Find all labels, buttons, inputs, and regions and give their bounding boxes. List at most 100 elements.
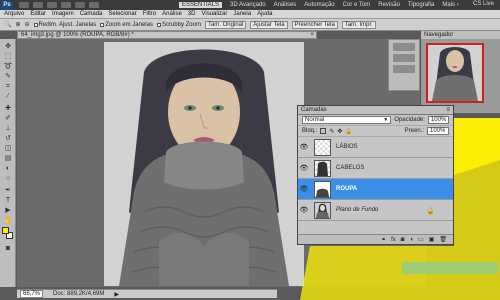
workspace-color-tone[interactable]: Cor e Tom — [343, 2, 371, 8]
workspace-typography[interactable]: Tipografia — [408, 2, 434, 8]
lock-all-icon[interactable]: 🔒 — [345, 128, 352, 135]
quick-selection-tool-icon[interactable]: ✎ — [3, 73, 13, 81]
fill-field[interactable]: 100% — [427, 127, 449, 135]
layer-style-icon[interactable]: fx — [391, 237, 396, 243]
path-selection-tool-icon[interactable]: ▶ — [3, 207, 13, 215]
menu-arquivo[interactable]: Arquivo — [4, 11, 24, 17]
menu-analise[interactable]: Análise — [162, 11, 182, 17]
layers-panel-title[interactable]: Camadas ≡ — [298, 106, 453, 115]
arrange-documents-icon[interactable] — [75, 2, 85, 8]
lasso-tool-icon[interactable]: ➰ — [3, 63, 13, 71]
layer-row-roupa[interactable]: 👁 ROUPA — [298, 179, 453, 200]
document-image[interactable] — [104, 42, 304, 286]
lock-position-icon[interactable]: ✥ — [337, 128, 342, 135]
delete-layer-icon[interactable]: 🗑 — [439, 236, 447, 243]
workspace-review[interactable]: Revisão — [378, 2, 400, 8]
new-group-icon[interactable]: ▭ — [418, 236, 424, 243]
new-layer-icon[interactable]: ▣ — [429, 236, 435, 243]
foreground-color-swatch[interactable] — [2, 227, 9, 234]
lock-transparency-icon[interactable] — [320, 128, 327, 134]
menu-janela[interactable]: Janela — [233, 11, 251, 17]
quick-mask-icon[interactable]: ◙ — [3, 245, 13, 253]
eye-icon[interactable]: 👁 — [298, 164, 310, 172]
layer-name: LÁBIOS — [336, 144, 358, 150]
brush-tool-icon[interactable]: ✐ — [3, 115, 13, 123]
blend-mode-select[interactable]: Normal — [302, 116, 392, 124]
navigator-thumbnail[interactable] — [426, 43, 484, 103]
layer-thumbnail — [314, 159, 331, 177]
collapsed-panels-strip — [388, 39, 420, 91]
dodge-tool-icon[interactable]: ○ — [3, 175, 13, 183]
menu-filtro[interactable]: Filtro — [143, 11, 156, 17]
menu-selecionar[interactable]: Selecionar — [108, 11, 136, 17]
eye-icon[interactable]: 👁 — [298, 206, 310, 214]
workspace-more[interactable]: Mais › — [442, 2, 458, 8]
photoshop-logo: Ps — [1, 0, 13, 10]
fit-screen-button[interactable]: Ajustar Tela — [250, 20, 288, 29]
history-panel-icon[interactable] — [393, 43, 415, 51]
crop-tool-icon[interactable]: ⌗ — [3, 83, 13, 91]
menu-camada[interactable]: Camada — [80, 11, 103, 17]
status-menu-arrow-icon[interactable]: ▶ — [114, 291, 119, 298]
layer-name: CABELOS — [336, 165, 365, 171]
hand-tool-icon[interactable]: ✋ — [3, 217, 13, 225]
fill-label: Preen.: — [404, 128, 424, 134]
menu-editar[interactable]: Editar — [30, 11, 46, 17]
actual-pixels-button[interactable]: Tam. Original — [204, 20, 247, 29]
zoom-in-icon[interactable]: ⊕ — [15, 21, 20, 28]
minibridge-icon[interactable] — [33, 2, 43, 8]
print-size-button[interactable]: Tam. Impr. — [341, 20, 376, 29]
screen-mode-icon[interactable] — [89, 2, 99, 8]
eraser-tool-icon[interactable]: ◫ — [3, 145, 13, 153]
blur-tool-icon[interactable]: ◐ — [3, 165, 13, 173]
layer-row-labios[interactable]: 👁 LÁBIOS — [298, 137, 453, 158]
checkbox-box[interactable] — [33, 22, 38, 27]
bridge-icon[interactable] — [19, 2, 29, 8]
workspace-analysis[interactable]: Análises — [274, 2, 297, 8]
panel-menu-icon[interactable]: ≡ — [446, 106, 450, 115]
layer-row-cabelos[interactable]: 👁 CABELOS — [298, 158, 453, 179]
menu-3d[interactable]: 3D — [188, 11, 196, 17]
fill-screen-button[interactable]: Preencher Tela — [291, 20, 338, 29]
workspace-3d[interactable]: 3D Avançado — [230, 2, 266, 8]
document-tab[interactable]: 64_img3.jpg @ 100% (ROUPA, RGB/8#) * × — [17, 31, 317, 39]
navigator-title[interactable]: Navegador — [421, 31, 500, 39]
resize-windows-checkbox[interactable]: Redim. Ajust. Janelas — [33, 22, 96, 28]
workspace-automation[interactable]: Automação — [304, 2, 334, 8]
lock-pixels-icon[interactable]: ✎ — [329, 128, 334, 135]
layer-thumbnail — [314, 201, 331, 219]
clone-stamp-tool-icon[interactable]: ⊥ — [3, 125, 13, 133]
zoom-out-icon[interactable]: ⊖ — [25, 21, 30, 28]
menu-ajuda[interactable]: Ajuda — [257, 11, 272, 17]
eye-icon[interactable]: 👁 — [298, 143, 310, 151]
layer-row-plano-de-fundo[interactable]: 👁 Plano de Fundo 🔒 — [298, 200, 453, 221]
gradient-tool-icon[interactable]: ▤ — [3, 155, 13, 163]
close-icon[interactable]: × — [310, 32, 314, 39]
zoom-all-windows-checkbox[interactable]: Zoom em Janelas — [100, 22, 153, 28]
checkbox-box[interactable] — [100, 22, 105, 27]
add-mask-icon[interactable]: ◙ — [401, 237, 405, 243]
eye-icon[interactable]: 👁 — [298, 185, 310, 193]
workspace-essentials[interactable]: ESSENTIALS — [179, 2, 223, 8]
zoom-level-field[interactable]: 66,7% — [20, 290, 44, 298]
menu-imagem[interactable]: Imagem — [52, 11, 74, 17]
zoom-tool-icon: 🔍 — [4, 22, 12, 28]
healing-brush-tool-icon[interactable]: ✚ — [3, 105, 13, 113]
pen-tool-icon[interactable]: ✒ — [3, 187, 13, 195]
hand-tool-icon[interactable] — [61, 2, 71, 8]
actions-panel-icon[interactable] — [393, 54, 415, 62]
checkbox-box[interactable] — [156, 22, 161, 27]
adjustment-layer-icon[interactable]: ◑ — [409, 237, 413, 243]
zoom-level-icon[interactable] — [47, 2, 57, 8]
properties-panel-icon[interactable] — [393, 65, 415, 73]
marquee-tool-icon[interactable]: ⬚ — [3, 53, 13, 61]
history-brush-tool-icon[interactable]: ↺ — [3, 135, 13, 143]
cs-live-button[interactable]: CS Live — [473, 1, 494, 7]
menu-visualizar[interactable]: Visualizar — [201, 11, 227, 17]
eyedropper-tool-icon[interactable]: ⁄ — [3, 93, 13, 101]
opacity-field[interactable]: 100% — [427, 116, 449, 124]
link-layers-icon[interactable]: ⚭ — [381, 236, 386, 243]
move-tool-icon[interactable]: ✥ — [3, 43, 13, 51]
type-tool-icon[interactable]: T — [3, 197, 13, 205]
scrubby-zoom-checkbox[interactable]: Scrubby Zoom — [156, 22, 201, 28]
